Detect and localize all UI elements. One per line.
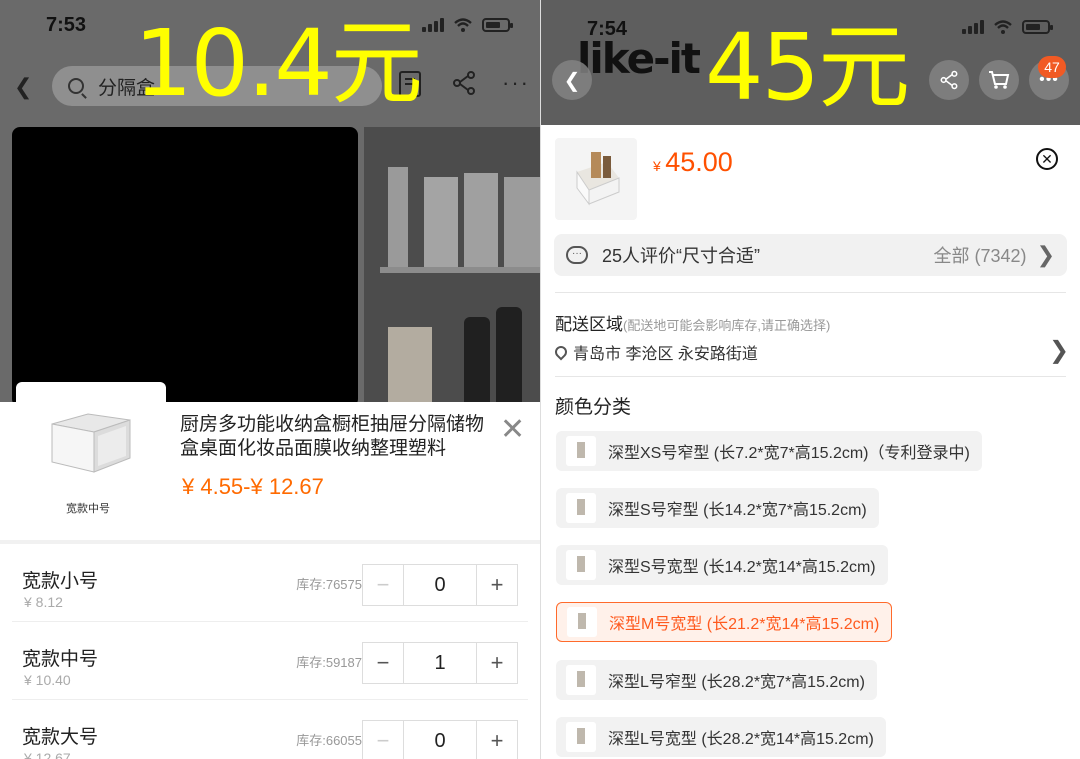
plus-button[interactable]: + xyxy=(477,565,517,605)
wifi-icon xyxy=(994,20,1012,34)
close-circle-icon[interactable]: ✕ xyxy=(1036,148,1058,170)
review-summary[interactable]: ··· 25人评价“尺寸合适” 全部 (7342) ❯ xyxy=(554,234,1067,276)
minus-button[interactable]: − xyxy=(363,721,403,759)
option-label: 深型L号窄型 (长28.2*宽7*高15.2cm) xyxy=(608,674,865,691)
color-option[interactable]: 深型L号窄型 (长28.2*宽7*高15.2cm) xyxy=(556,660,877,700)
minus-button[interactable]: − xyxy=(363,643,403,683)
close-icon[interactable]: ✕ xyxy=(500,412,525,447)
sku-stock: 库存:59187 xyxy=(296,655,362,670)
quantity-value[interactable]: 1 xyxy=(403,643,477,683)
sku-row: 宽款小号 ¥ 8.12 库存:76575 − 0 + xyxy=(12,544,528,622)
option-label: 深型M号宽型 (长21.2*宽14*高15.2cm) xyxy=(609,616,880,633)
option-label: 深型L号宽型 (长28.2*宽14*高15.2cm) xyxy=(608,731,874,748)
price-currency: ¥ xyxy=(653,158,661,174)
product-image[interactable] xyxy=(12,127,358,407)
option-label: 深型S号宽型 (长14.2*宽14*高15.2cm) xyxy=(608,559,876,576)
delivery-label: 配送区域(配送地可能会影响库存,请正确选择) xyxy=(555,310,830,335)
option-thumbnail xyxy=(566,436,596,466)
option-thumbnail xyxy=(566,493,596,523)
color-option-selected[interactable]: 深型M号宽型 (长21.2*宽14*高15.2cm) xyxy=(556,602,893,642)
color-option[interactable]: 深型L号宽型 (长28.2*宽14*高15.2cm) xyxy=(556,717,886,757)
sku-stock: 库存:66055 xyxy=(296,733,362,748)
chat-icon: ··· xyxy=(566,246,588,264)
sku-price: ¥ 12.67 xyxy=(24,750,71,759)
thumbnail-caption: 宽款中号 xyxy=(66,502,110,515)
option-thumbnail xyxy=(566,665,596,695)
review-text: 25人评价“尺寸合适” xyxy=(602,246,761,266)
plus-button[interactable]: + xyxy=(477,643,517,683)
quantity-stepper: − 0 + xyxy=(362,720,518,759)
location-icon xyxy=(552,343,570,361)
wifi-icon xyxy=(454,18,472,32)
delivery-note: (配送地可能会影响库存,请正确选择) xyxy=(623,318,831,333)
brand-logo: like-it xyxy=(577,34,701,83)
color-option[interactable]: 深型S号宽型 (长14.2*宽14*高15.2cm) xyxy=(556,545,888,585)
quantity-value[interactable]: 0 xyxy=(403,721,477,759)
option-label: 深型XS号窄型 (长7.2*宽7*高15.2cm)（专利登录中) xyxy=(608,445,970,462)
sku-row: 宽款中号 ¥ 10.40 库存:59187 − 1 + xyxy=(12,622,528,700)
color-option[interactable]: 深型XS号窄型 (长7.2*宽7*高15.2cm)（专利登录中) xyxy=(556,431,982,471)
overlay-price: 45元 xyxy=(705,14,910,121)
option-thumbnail xyxy=(566,722,596,752)
option-thumbnail xyxy=(567,607,597,637)
overlay-price: 10.4元 xyxy=(134,10,423,117)
product-image-next[interactable] xyxy=(364,127,540,407)
color-heading: 颜色分类 xyxy=(555,397,632,418)
notification-badge: 47 xyxy=(1038,56,1066,78)
option-label: 深型S号窄型 (长14.2*宽7*高15.2cm) xyxy=(608,502,867,519)
quantity-stepper: − 1 + xyxy=(362,642,518,684)
delivery-title: 配送区域 xyxy=(555,315,623,334)
option-thumbnail xyxy=(566,550,596,580)
share-icon[interactable] xyxy=(929,60,969,100)
price-value: 45.00 xyxy=(665,147,733,177)
divider xyxy=(555,292,1066,293)
plus-button[interactable]: + xyxy=(477,721,517,759)
status-icons xyxy=(962,20,1053,34)
chevron-right-icon[interactable]: ❯ xyxy=(1049,336,1069,365)
share-icon[interactable] xyxy=(452,70,476,96)
right-screenshot: 7:54 like-it ❮ ••• 47 45元 ¥ 45.00 ✕ ··· … xyxy=(541,0,1080,759)
price-range: ¥ 4.55-¥ 12.67 xyxy=(182,474,324,499)
minus-button[interactable]: − xyxy=(363,565,403,605)
status-time: 7:53 xyxy=(46,14,87,36)
address-text: 青岛市 李沧区 永安路街道 xyxy=(573,346,758,363)
quantity-value[interactable]: 0 xyxy=(403,565,477,605)
selected-price: ¥ 45.00 xyxy=(653,147,733,178)
chevron-right-icon: ❯ xyxy=(1036,242,1055,267)
search-icon xyxy=(68,78,84,94)
product-thumbnail xyxy=(555,138,637,220)
status-icons xyxy=(422,18,513,32)
battery-icon xyxy=(482,18,513,32)
more-icon[interactable]: ··· xyxy=(502,70,530,96)
sku-name: 宽款中号 xyxy=(22,649,99,670)
sku-stock: 库存:76575 xyxy=(296,577,362,592)
product-title: 厨房多功能收纳盒橱柜抽屉分隔储物盒桌面化妆品面膜收纳整理塑料 xyxy=(180,414,485,459)
color-option[interactable]: 深型S号窄型 (长14.2*宽7*高15.2cm) xyxy=(556,488,879,528)
sku-row: 宽款大号 ¥ 12.67 库存:66055 − 0 + xyxy=(12,700,528,759)
back-icon[interactable]: ❮ xyxy=(14,74,32,100)
sku-price: ¥ 10.40 xyxy=(24,672,71,688)
quantity-stepper: − 0 + xyxy=(362,564,518,606)
battery-icon xyxy=(1022,20,1053,34)
address-selector[interactable]: 青岛市 李沧区 永安路街道 xyxy=(552,340,758,364)
sku-price: ¥ 8.12 xyxy=(24,594,63,610)
cart-icon[interactable] xyxy=(979,60,1019,100)
review-all: 全部 (7342) xyxy=(933,246,1027,266)
box-illustration xyxy=(51,413,131,473)
signal-icon xyxy=(962,20,984,34)
back-icon[interactable]: ❮ xyxy=(552,60,592,100)
signal-icon xyxy=(422,18,444,32)
divider xyxy=(555,376,1066,377)
sku-name: 宽款小号 xyxy=(22,571,99,592)
left-screenshot: 7:53 ❮ 分隔盒 ··· 10.4元 宽款中号 厨房多功能收纳盒橱柜抽屉分隔… xyxy=(0,0,540,759)
sku-name: 宽款大号 xyxy=(22,727,99,748)
